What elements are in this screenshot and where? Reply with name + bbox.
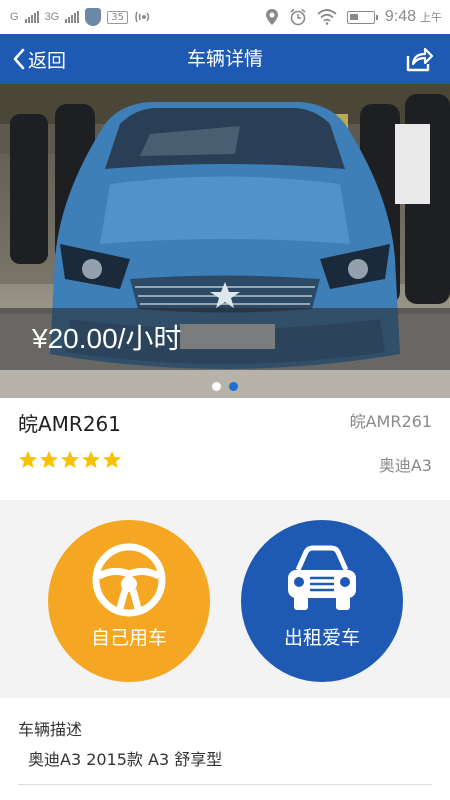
rent-out-button[interactable]: 出租爱车 [241, 520, 403, 682]
location-icon [265, 9, 278, 25]
notification-badge: 35 [107, 10, 128, 24]
rent-out-label: 出租爱车 [283, 627, 360, 649]
signal-icon-2 [65, 11, 80, 23]
divider [18, 784, 432, 785]
clock-ampm: 上午 [420, 11, 442, 24]
action-section: 自己用车 出租爱车 [0, 500, 450, 698]
carousel-dot-1[interactable] [212, 382, 221, 391]
status-left: G 3G 35 [10, 6, 152, 28]
car-icon [288, 545, 356, 610]
nav-bar: 返回 车辆详情 [0, 34, 450, 84]
share-icon[interactable] [404, 44, 434, 74]
self-use-button[interactable]: 自己用车 [48, 520, 210, 682]
alarm-icon [290, 8, 306, 26]
description-text: 奥迪A3 2015款 A3 舒享型 [28, 750, 223, 769]
signal-icon [24, 11, 39, 23]
license-plate: 皖AMR261 [18, 412, 122, 436]
star-icon [40, 451, 58, 468]
license-plate-secondary: 皖AMR261 [349, 412, 432, 431]
car-photo-carousel[interactable]: ¥20.00/小时 [0, 84, 450, 398]
star-icon [19, 451, 37, 468]
wifi-icon [317, 9, 337, 25]
car-info-section: 皖AMR261 皖AMR261 奥迪A3 [0, 398, 450, 500]
carousel-dot-2[interactable] [229, 382, 238, 391]
rating-stars [18, 450, 122, 470]
status-right: 9:48 上午 [265, 6, 442, 28]
carousel-indicator [0, 382, 450, 391]
status-bar: G 3G 35 9:48 上午 [0, 0, 450, 34]
car-model: 奥迪A3 [378, 456, 432, 475]
steering-wheel-icon [92, 543, 166, 617]
nfc-icon [135, 11, 150, 23]
self-use-label: 自己用车 [90, 627, 167, 649]
battery-icon [346, 10, 378, 24]
clock-time: 9:48 [384, 8, 416, 25]
star-icon [82, 451, 100, 468]
security-shield-icon [85, 8, 102, 26]
star-icon [103, 451, 121, 468]
carrier-2-label: 3G [44, 11, 60, 23]
page-title: 车辆详情 [186, 48, 263, 70]
description-title: 车辆描述 [18, 720, 83, 739]
hourly-price: ¥20.00/小时 [32, 323, 182, 354]
carrier-1-label: G [10, 11, 19, 23]
price-overlay: ¥20.00/小时 [0, 308, 450, 370]
star-icon [61, 451, 79, 468]
description-section: 车辆描述 奥迪A3 2015款 A3 舒享型 [0, 698, 450, 800]
